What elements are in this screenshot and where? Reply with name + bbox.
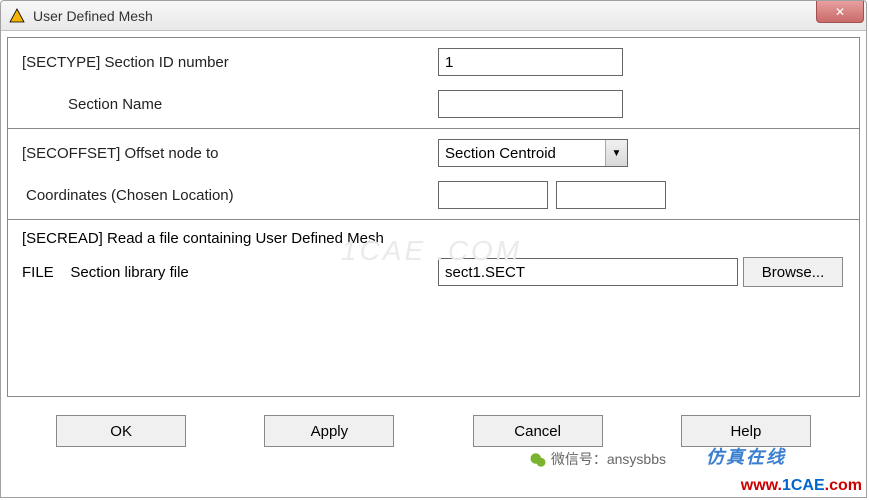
coord-y-input[interactable] — [556, 181, 666, 209]
offset-node-select[interactable]: Section Centroid — [438, 139, 628, 167]
coord-x-input[interactable] — [438, 181, 548, 209]
file-label: FILE Section library file — [18, 264, 438, 281]
dialog-window: User Defined Mesh ✕ [SECTYPE] Section ID… — [0, 0, 867, 498]
wechat-watermark: 微信号：ansysbbs — [529, 449, 666, 469]
sectype-label: [SECTYPE] Section ID number — [18, 54, 438, 71]
window-title: User Defined Mesh — [33, 8, 153, 24]
sectype-group: [SECTYPE] Section ID number Section Name — [7, 37, 860, 128]
titlebar: User Defined Mesh ✕ — [1, 1, 866, 31]
apply-button[interactable]: Apply — [264, 415, 394, 447]
section-id-input[interactable] — [438, 48, 623, 76]
dialog-content: [SECTYPE] Section ID number Section Name… — [1, 31, 866, 463]
cancel-button[interactable]: Cancel — [473, 415, 603, 447]
wechat-icon — [529, 451, 547, 469]
url-watermark: www.1CAE.com — [741, 477, 862, 495]
secread-label: [SECREAD] Read a file containing User De… — [18, 230, 849, 247]
close-button[interactable]: ✕ — [816, 1, 864, 23]
section-name-label: Section Name — [18, 96, 438, 113]
secread-group: [SECREAD] Read a file containing User De… — [7, 219, 860, 397]
secoffset-group: [SECOFFSET] Offset node to Section Centr… — [7, 128, 860, 219]
close-icon: ✕ — [835, 5, 845, 19]
file-path-input[interactable] — [438, 258, 738, 286]
section-name-input[interactable] — [438, 90, 623, 118]
ok-button[interactable]: OK — [56, 415, 186, 447]
browse-button[interactable]: Browse... — [743, 257, 843, 287]
coords-label: Coordinates (Chosen Location) — [18, 187, 438, 204]
cn-watermark: 仿真在线 — [706, 443, 786, 469]
secoffset-label: [SECOFFSET] Offset node to — [18, 145, 438, 162]
app-icon — [9, 8, 25, 24]
